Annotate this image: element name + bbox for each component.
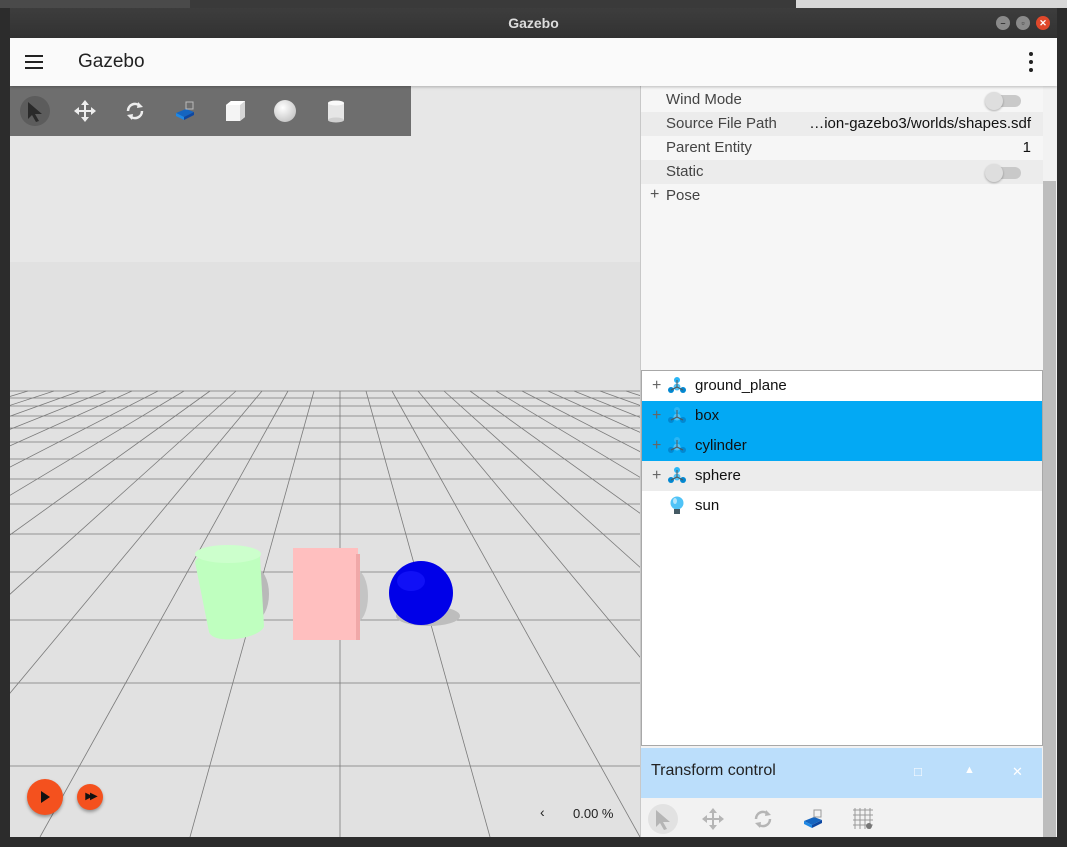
scene-render[interactable] [10, 86, 640, 837]
dock-scrollbar[interactable] [1043, 181, 1056, 837]
model-icon [666, 465, 688, 491]
real-time-factor: 0.00 % [573, 806, 614, 821]
transform-control-icon[interactable] [798, 804, 828, 834]
desktop-background [0, 0, 1067, 8]
prop-value: …ion-gazebo3/worlds/shapes.sdf [809, 115, 1031, 132]
sphere-shape-icon[interactable] [270, 96, 300, 126]
tree-item-label: cylinder [695, 437, 747, 454]
desktop-window-edge [796, 0, 1067, 8]
transform-control-title: Transform control [651, 762, 776, 779]
play-button[interactable] [27, 779, 63, 815]
wind-mode-toggle[interactable] [985, 92, 1021, 110]
box-model[interactable] [293, 548, 360, 640]
select-arrow-icon[interactable] [648, 804, 678, 834]
prop-label: Source File Path [666, 115, 777, 132]
app-bar: Gazebo [10, 38, 1057, 86]
pose-label: Pose [666, 187, 701, 204]
cylinder-shape-icon[interactable] [320, 96, 350, 126]
expand-plus-icon[interactable]: + [652, 407, 661, 425]
tree-item-label: ground_plane [695, 377, 787, 394]
expand-plus-icon[interactable]: + [652, 437, 661, 455]
restore-panel-icon[interactable]: □ [914, 764, 922, 779]
model-icon [666, 405, 688, 431]
tree-item-ground-plane[interactable]: + ground_plane [642, 371, 1042, 401]
tree-item-label: sphere [695, 467, 741, 484]
prop-label: Static [666, 163, 704, 180]
select-arrow-icon[interactable] [20, 96, 50, 126]
translate-icon[interactable] [70, 96, 100, 126]
prop-label: Parent Entity [666, 139, 752, 156]
prop-row-source-file-path: Source File Path …ion-gazebo3/worlds/sha… [641, 112, 1043, 136]
hamburger-menu-icon[interactable] [25, 55, 43, 69]
prop-value: 1 [1022, 139, 1031, 156]
prop-row-static: Static [641, 160, 1043, 184]
rotate-icon[interactable] [120, 96, 150, 126]
scene-3d-viewport[interactable]: ▶▶ ‹ 0.00 % [10, 86, 640, 837]
tree-item-sun[interactable]: sun [642, 491, 1042, 521]
transform-control-header: Transform control □ ▲ ✕ [641, 748, 1042, 798]
entity-tree: + ground_plane + box + cylinder + sphere… [641, 370, 1043, 746]
tree-item-cylinder[interactable]: + cylinder [642, 431, 1042, 461]
sphere-model[interactable] [389, 561, 453, 625]
tree-item-label: box [695, 407, 720, 424]
expand-plus-icon[interactable]: + [652, 467, 661, 485]
maximize-button[interactable]: ▫ [1016, 16, 1030, 30]
expand-plus-icon[interactable]: + [650, 186, 659, 204]
scene-toolbar [10, 86, 411, 136]
pose-expander[interactable]: + Pose [641, 184, 1043, 208]
prop-row-wind-mode: Wind Mode [641, 88, 1043, 112]
light-bulb-icon [666, 495, 688, 521]
static-toggle[interactable] [985, 164, 1021, 182]
step-button[interactable]: ▶▶ [77, 784, 103, 810]
close-panel-icon[interactable]: ✕ [1012, 764, 1023, 780]
close-window-button[interactable]: ✕ [1036, 16, 1050, 30]
prop-row-parent-entity: Parent Entity 1 [641, 136, 1043, 160]
rotate-icon[interactable] [748, 804, 778, 834]
right-dock: Wind Mode Source File Path …ion-gazebo3/… [640, 86, 1057, 837]
box-shape-icon[interactable] [220, 96, 250, 126]
model-icon [666, 435, 688, 461]
prop-label: Wind Mode [666, 91, 742, 108]
tree-item-sphere[interactable]: + sphere [642, 461, 1042, 491]
window-titlebar[interactable]: Gazebo – ▫ ✕ [10, 8, 1057, 38]
expand-plus-icon[interactable]: + [652, 377, 661, 395]
rtf-expand-arrow[interactable]: ‹ [540, 804, 545, 820]
collapse-panel-icon[interactable]: ▲ [964, 764, 975, 776]
window-title: Gazebo [508, 15, 559, 31]
tree-item-label: sun [695, 497, 720, 514]
model-icon [666, 375, 688, 401]
app-title: Gazebo [78, 51, 145, 72]
minimize-button[interactable]: – [996, 16, 1010, 30]
desktop-taskbar-item [0, 0, 190, 8]
gazebo-window: Gazebo – ▫ ✕ Gazebo ▶▶ ‹ 0.00 % Wind Mod… [10, 8, 1057, 837]
transform-control-tools [641, 798, 1042, 837]
snap-grid-icon[interactable] [848, 804, 878, 834]
component-inspector: Wind Mode Source File Path …ion-gazebo3/… [641, 86, 1043, 370]
tree-item-box[interactable]: + box [642, 401, 1042, 431]
transform-control-icon[interactable] [170, 96, 200, 126]
translate-icon[interactable] [698, 804, 728, 834]
more-options-icon[interactable] [1028, 52, 1034, 72]
